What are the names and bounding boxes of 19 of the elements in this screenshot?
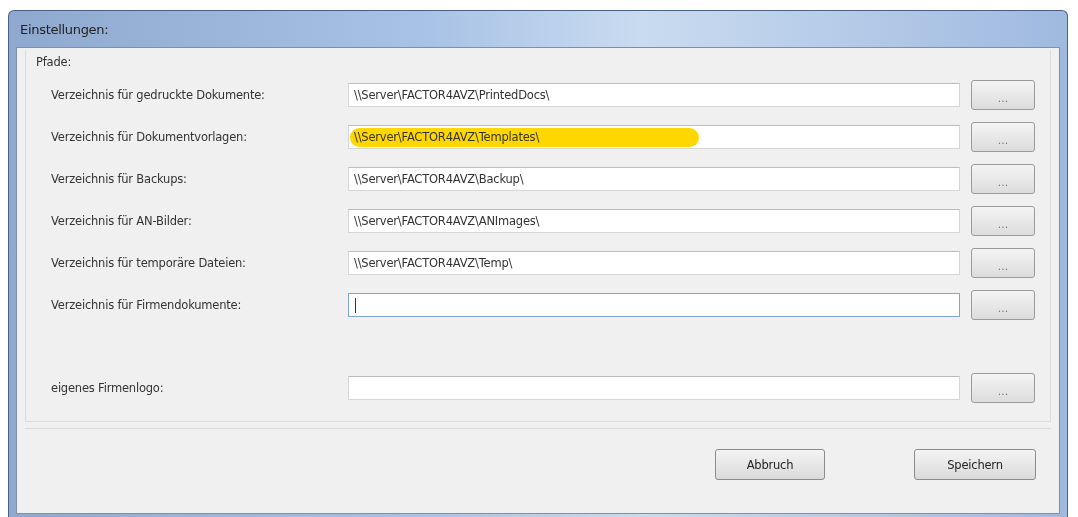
path-field[interactable]: \\Server\FACTOR4AVZ\PrintedDocs\ [348, 83, 960, 107]
path-field[interactable]: \\Server\FACTOR4AVZ\Templates\ [348, 125, 960, 149]
field-label: Verzeichnis für gedruckte Dokumente: [51, 88, 266, 102]
field-label: Verzeichnis für Backups: [51, 172, 188, 186]
window-title: Einstellungen: [20, 21, 109, 37]
text-cursor [355, 297, 356, 313]
save-button[interactable]: Speichern [914, 449, 1036, 480]
field-label: Verzeichnis für temporäre Dateien: [51, 256, 247, 270]
group-title: Pfade: [36, 55, 73, 69]
path-field[interactable] [348, 376, 960, 400]
path-field[interactable]: \\Server\FACTOR4AVZ\Backup\ [348, 167, 960, 191]
field-label: Verzeichnis für Dokumentvorlagen: [51, 130, 248, 144]
field-label: Verzeichnis für AN-Bilder: [51, 214, 193, 228]
cancel-button[interactable]: Abbruch [715, 449, 825, 480]
path-field[interactable] [348, 293, 960, 317]
path-field[interactable]: \\Server\FACTOR4AVZ\Temp\ [348, 251, 960, 275]
field-label: eigenes Firmenlogo: [51, 381, 165, 395]
path-field[interactable]: \\Server\FACTOR4AVZ\ANImages\ [348, 209, 960, 233]
field-label: Verzeichnis für Firmendokumente: [51, 298, 243, 312]
